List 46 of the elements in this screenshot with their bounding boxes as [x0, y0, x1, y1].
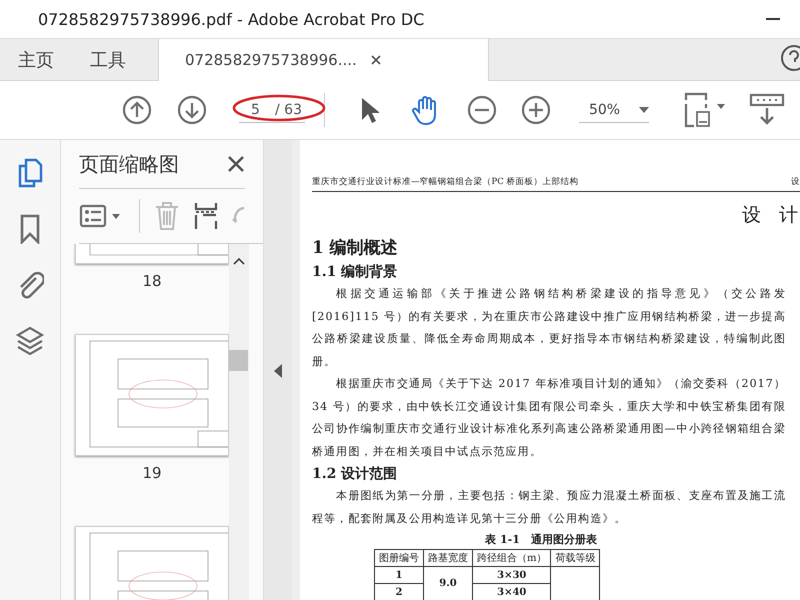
page-header-text: 设	[791, 176, 800, 188]
subsection-heading: 1.2 设计范围	[312, 465, 398, 483]
panel-title: 页面缩略图	[79, 150, 179, 178]
tab[interactable]: 主页	[0, 39, 72, 80]
collapse-arrow-icon[interactable]	[274, 364, 282, 378]
help-icon[interactable]	[780, 44, 800, 72]
close-icon[interactable]	[370, 55, 381, 65]
fit-page-icon[interactable]	[682, 92, 727, 128]
zoom-dropdown[interactable]: 50%	[578, 97, 649, 123]
pages-icon[interactable]	[17, 158, 43, 188]
table-caption: 表 1-1 通用图分册表	[484, 532, 598, 547]
document-tab[interactable]: 0728582975738996....	[158, 39, 489, 81]
paragraph: 根据重庆市交通局《关于下达 2017 年标准项目计划的通知》（渝交委科（2017）34 号）的要求，由中铁长江交通设计集团有限公司牵头，重庆大学和中铁宝桥集团有限公司协作编制重庆市交通行业设计标准化系列高速公路桥梁通用图—中小跨径钢箱组合梁桥通用图，并在相关项目中试点示范应用。	[312, 376, 787, 460]
scrollbar-thumb[interactable]	[229, 350, 248, 371]
layers-icon[interactable]	[16, 326, 44, 356]
page-thumbnail[interactable]	[75, 244, 229, 264]
page-count: / 63	[275, 102, 302, 118]
table-header-cell: 图册编号	[374, 550, 424, 566]
page-thumbnail[interactable]	[75, 526, 229, 600]
caret-icon[interactable]	[638, 106, 649, 112]
page-number-label: 18	[142, 272, 162, 290]
extract-page-icon[interactable]	[194, 201, 218, 231]
page-header-text: 重庆市交通行业设计标准—窄幅钢箱组合梁（PC 桥面板）上部结构	[312, 176, 578, 188]
tab[interactable]: 工具	[72, 39, 144, 80]
table-cell: 3×30	[472, 566, 551, 584]
table-header-cell: 跨径组合（m）	[472, 550, 551, 566]
subsection-heading: 1.1 编制背景	[312, 263, 398, 281]
scroll-mode-icon[interactable]	[748, 93, 785, 127]
bookmark-icon[interactable]	[19, 214, 41, 244]
table-cell: 1	[374, 566, 424, 584]
arrow-down-icon[interactable]	[177, 95, 207, 125]
page-number-label: 19	[142, 464, 162, 482]
table-header-cell: 路基宽度	[424, 550, 472, 566]
zoom-in-icon[interactable]	[520, 95, 551, 125]
section-heading: 1 编制概述	[312, 237, 399, 259]
page-thumbnail[interactable]	[75, 334, 229, 456]
window-title: 0728582975738996.pdf - Adobe Acrobat Pro DC	[38, 10, 426, 28]
table-header-cell: 荷载等级	[550, 550, 600, 566]
document-title: 设 计	[740, 203, 800, 228]
table-cell: 9.0	[424, 566, 472, 600]
close-icon[interactable]	[227, 155, 245, 173]
arrow-up-icon[interactable]	[122, 95, 152, 125]
paragraph: 本册图纸为第一分册，主要包括：钢主梁、预应力混凝土桥面板、支座布置及施工流程等，配套附属及公用构造详见第十三分册《公用构造》。	[312, 488, 787, 526]
caret-up-icon[interactable]	[233, 257, 245, 265]
paragraph: 根据交通运输部《关于推进公路钢结构桥梁建设的指导意见》（交公路发[2016]115 号）的有关要求，为在重庆市公路建设中推广应用钢结构桥梁，进一步提高公路桥梁建设质量、降低全寿命周期成本，更好指导本市钢结构桥梁建设，特编制此图册。	[312, 286, 787, 370]
zoom-out-icon[interactable]	[466, 95, 497, 125]
